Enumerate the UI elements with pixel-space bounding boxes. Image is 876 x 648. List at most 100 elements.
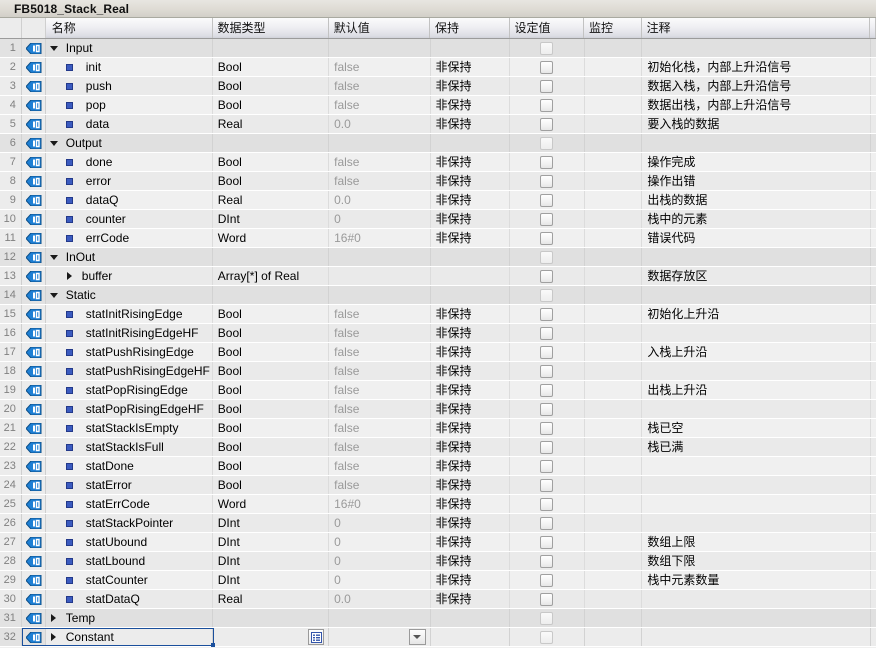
comment-cell[interactable] bbox=[642, 134, 871, 152]
comment-cell[interactable] bbox=[642, 514, 871, 532]
name-cell[interactable]: statLbound bbox=[46, 552, 213, 570]
expand-toggle[interactable] bbox=[62, 533, 78, 551]
expand-toggle[interactable] bbox=[62, 419, 78, 437]
expand-toggle[interactable] bbox=[62, 115, 78, 133]
expand-toggle[interactable] bbox=[62, 362, 78, 380]
comment-cell[interactable] bbox=[642, 39, 871, 57]
setpoint-cell[interactable] bbox=[510, 229, 585, 247]
setpoint-checkbox[interactable] bbox=[540, 136, 554, 150]
setpoint-checkbox[interactable] bbox=[540, 421, 554, 435]
name-cell[interactable]: Temp bbox=[46, 609, 213, 627]
comment-cell[interactable] bbox=[642, 324, 871, 342]
comment-cell[interactable] bbox=[642, 248, 871, 266]
expand-toggle[interactable] bbox=[62, 267, 78, 285]
comment-cell[interactable]: 错误代码 bbox=[642, 229, 871, 247]
datatype-cell[interactable]: Word bbox=[213, 495, 330, 513]
setpoint-checkbox[interactable] bbox=[540, 212, 554, 226]
column-header-retain[interactable]: 保持 bbox=[430, 18, 510, 38]
monitor-cell[interactable] bbox=[585, 96, 643, 114]
default-value-cell[interactable] bbox=[329, 628, 431, 646]
table-row[interactable]: 3 push Bool false 非保持 数据入栈，内部上升沿信号 bbox=[0, 77, 876, 96]
monitor-cell[interactable] bbox=[585, 172, 643, 190]
name-cell[interactable]: statPushRisingEdge bbox=[46, 343, 213, 361]
setpoint-checkbox[interactable] bbox=[540, 231, 554, 245]
default-value-cell[interactable]: false bbox=[329, 476, 431, 494]
monitor-cell[interactable] bbox=[585, 628, 643, 646]
default-value-cell[interactable]: 0 bbox=[329, 552, 431, 570]
setpoint-cell[interactable] bbox=[510, 134, 585, 152]
monitor-cell[interactable] bbox=[585, 134, 643, 152]
monitor-cell[interactable] bbox=[585, 571, 643, 589]
retain-cell[interactable]: 非保持 bbox=[431, 77, 511, 95]
setpoint-cell[interactable] bbox=[510, 77, 585, 95]
name-cell[interactable]: Input bbox=[46, 39, 213, 57]
retain-cell[interactable]: 非保持 bbox=[431, 172, 511, 190]
comment-cell[interactable]: 入栈上升沿 bbox=[642, 343, 871, 361]
monitor-cell[interactable] bbox=[585, 495, 643, 513]
monitor-cell[interactable] bbox=[585, 324, 643, 342]
monitor-cell[interactable] bbox=[585, 153, 643, 171]
setpoint-cell[interactable] bbox=[510, 362, 585, 380]
comment-cell[interactable] bbox=[642, 495, 871, 513]
retain-cell[interactable]: 非保持 bbox=[431, 115, 511, 133]
monitor-cell[interactable] bbox=[585, 400, 643, 418]
default-value-cell[interactable] bbox=[329, 39, 431, 57]
column-header-default[interactable]: 默认值 bbox=[329, 18, 431, 38]
datatype-cell[interactable]: Bool bbox=[213, 172, 330, 190]
expand-toggle[interactable] bbox=[62, 514, 78, 532]
setpoint-checkbox[interactable] bbox=[540, 440, 554, 454]
table-row[interactable]: 2 init Bool false 非保持 初始化栈，内部上升沿信号 bbox=[0, 58, 876, 77]
setpoint-checkbox[interactable] bbox=[540, 573, 554, 587]
setpoint-checkbox[interactable] bbox=[540, 288, 554, 302]
column-header-monitor[interactable]: 监控 bbox=[584, 18, 642, 38]
chevron-right-icon[interactable] bbox=[51, 633, 57, 641]
setpoint-cell[interactable] bbox=[510, 191, 585, 209]
comment-cell[interactable] bbox=[642, 362, 871, 380]
monitor-cell[interactable] bbox=[585, 58, 643, 76]
table-row[interactable]: 10 counter DInt 0 非保持 栈中的元素 bbox=[0, 210, 876, 229]
name-cell[interactable]: statStackIsEmpty bbox=[46, 419, 213, 437]
monitor-cell[interactable] bbox=[585, 476, 643, 494]
setpoint-cell[interactable] bbox=[510, 153, 585, 171]
retain-cell[interactable]: 非保持 bbox=[431, 400, 511, 418]
setpoint-cell[interactable] bbox=[510, 381, 585, 399]
table-row[interactable]: 23 statDone Bool false 非保持 bbox=[0, 457, 876, 476]
setpoint-checkbox[interactable] bbox=[540, 592, 554, 606]
chevron-right-icon[interactable] bbox=[51, 614, 57, 622]
expand-toggle[interactable] bbox=[62, 552, 78, 570]
retain-cell[interactable]: 非保持 bbox=[431, 381, 511, 399]
retain-cell[interactable]: 非保持 bbox=[431, 153, 511, 171]
setpoint-checkbox[interactable] bbox=[540, 193, 554, 207]
default-value-cell[interactable]: false bbox=[329, 96, 431, 114]
table-section-row[interactable]: 31 Temp bbox=[0, 609, 876, 628]
comment-cell[interactable]: 栈中元素数量 bbox=[642, 571, 871, 589]
monitor-cell[interactable] bbox=[585, 286, 643, 304]
setpoint-cell[interactable] bbox=[510, 248, 585, 266]
setpoint-cell[interactable] bbox=[510, 400, 585, 418]
datatype-cell[interactable]: Bool bbox=[213, 77, 330, 95]
table-row[interactable]: 18 statPushRisingEdgeHF Bool false 非保持 bbox=[0, 362, 876, 381]
expand-toggle[interactable] bbox=[46, 134, 62, 152]
monitor-cell[interactable] bbox=[585, 343, 643, 361]
monitor-cell[interactable] bbox=[585, 267, 643, 285]
chevron-down-icon[interactable] bbox=[49, 292, 58, 298]
comment-cell[interactable] bbox=[642, 476, 871, 494]
retain-cell[interactable] bbox=[431, 628, 511, 646]
default-value-cell[interactable]: false bbox=[329, 381, 431, 399]
chevron-right-icon[interactable] bbox=[67, 272, 73, 280]
expand-toggle[interactable] bbox=[46, 609, 62, 627]
monitor-cell[interactable] bbox=[585, 305, 643, 323]
monitor-cell[interactable] bbox=[585, 438, 643, 456]
table-row[interactable]: 27 statUbound DInt 0 非保持 数组上限 bbox=[0, 533, 876, 552]
column-header-datatype[interactable]: 数据类型 bbox=[213, 18, 329, 38]
name-cell[interactable]: statInitRisingEdgeHF bbox=[46, 324, 213, 342]
retain-cell[interactable] bbox=[431, 267, 511, 285]
setpoint-checkbox[interactable] bbox=[540, 459, 554, 473]
expand-toggle[interactable] bbox=[62, 571, 78, 589]
setpoint-cell[interactable] bbox=[510, 533, 585, 551]
expand-toggle[interactable] bbox=[62, 191, 78, 209]
setpoint-checkbox[interactable] bbox=[540, 630, 554, 644]
retain-cell[interactable] bbox=[431, 286, 511, 304]
default-value-cell[interactable]: 16#0 bbox=[329, 495, 431, 513]
datatype-cell[interactable]: DInt bbox=[213, 514, 330, 532]
